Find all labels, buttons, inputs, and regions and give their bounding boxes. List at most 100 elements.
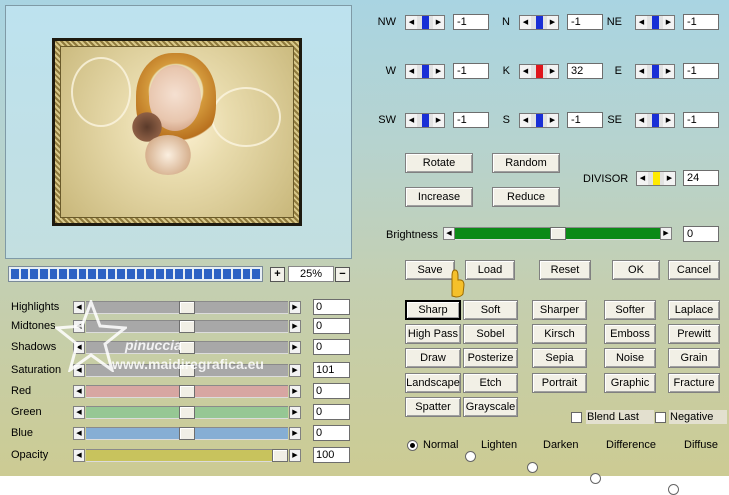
cancel-button[interactable]: Cancel xyxy=(668,260,720,280)
mode-radio[interactable] xyxy=(407,440,418,451)
preset-button[interactable]: Graphic xyxy=(604,373,656,393)
slider-right-arrow-icon[interactable]: ▶ xyxy=(289,341,301,354)
preset-button[interactable]: Kirsch xyxy=(532,324,587,344)
random-button[interactable]: Random xyxy=(492,153,560,173)
slider-thumb[interactable] xyxy=(179,406,195,419)
direction-spinner[interactable]: ◀ ▶ xyxy=(405,15,445,30)
direction-label: NW xyxy=(377,16,396,28)
preset-button[interactable]: Spatter xyxy=(405,397,461,417)
direction-spinner[interactable]: ◀ ▶ xyxy=(519,15,559,30)
preset-button[interactable]: Emboss xyxy=(604,324,656,344)
direction-value[interactable]: -1 xyxy=(453,112,489,128)
slider-right-arrow-icon[interactable]: ▶ xyxy=(289,427,301,440)
progress-segment xyxy=(136,269,145,279)
preset-button[interactable]: High Pass xyxy=(405,324,461,344)
direction-spinner[interactable]: ◀ ▶ xyxy=(519,113,559,128)
divisor-spinner[interactable]: ◀ ▶ xyxy=(636,171,676,186)
slider-label: Blue xyxy=(11,427,34,439)
blend-last-checkbox[interactable] xyxy=(571,412,582,423)
progress-segment xyxy=(223,269,232,279)
zoom-out-button[interactable]: − xyxy=(335,267,350,282)
slider-value[interactable]: 0 xyxy=(313,299,350,315)
slider-track[interactable] xyxy=(86,449,288,462)
preset-button[interactable]: Soft xyxy=(463,300,518,320)
zoom-in-button[interactable]: + xyxy=(270,267,285,282)
brightness-right-arrow-icon[interactable]: ▶ xyxy=(660,227,672,240)
direction-spinner[interactable]: ◀ ▶ xyxy=(405,64,445,79)
preset-button[interactable]: Sobel xyxy=(463,324,518,344)
preset-button[interactable]: Fracture xyxy=(668,373,720,393)
preset-button[interactable]: Posterize xyxy=(463,348,518,368)
direction-spinner[interactable]: ◀ ▶ xyxy=(519,64,559,79)
progress-segment xyxy=(39,269,48,279)
slider-left-arrow-icon[interactable]: ◀ xyxy=(73,427,85,440)
direction-value[interactable]: -1 xyxy=(453,14,489,30)
slider-value[interactable]: 0 xyxy=(313,404,350,420)
brightness-thumb[interactable] xyxy=(549,227,566,240)
direction-value[interactable]: 32 xyxy=(567,63,603,79)
slider-left-arrow-icon[interactable]: ◀ xyxy=(73,449,85,462)
slider-thumb[interactable] xyxy=(272,449,288,462)
slider-right-arrow-icon[interactable]: ▶ xyxy=(289,385,301,398)
slider-value[interactable]: 101 xyxy=(313,362,350,378)
reset-button[interactable]: Reset xyxy=(539,260,591,280)
slider-label: Opacity xyxy=(11,449,49,461)
watermark-site: www.maidiregrafica.eu xyxy=(112,356,264,372)
divisor-value[interactable]: 24 xyxy=(683,170,719,186)
preset-button[interactable]: Etch xyxy=(463,373,518,393)
preset-button[interactable]: Noise xyxy=(604,348,656,368)
progress-segment xyxy=(146,269,154,279)
slider-value[interactable]: 0 xyxy=(313,339,350,355)
direction-value[interactable]: -1 xyxy=(683,112,719,128)
preset-button[interactable]: Prewitt xyxy=(668,324,720,344)
brightness-value[interactable]: 0 xyxy=(683,226,719,242)
preset-button[interactable]: Grayscale xyxy=(463,397,518,417)
direction-value[interactable]: -1 xyxy=(453,63,489,79)
direction-spinner[interactable]: ◀ ▶ xyxy=(635,15,675,30)
slider-thumb[interactable] xyxy=(179,301,195,314)
preset-button[interactable]: Sharp xyxy=(405,300,461,320)
preset-button[interactable]: Draw xyxy=(405,348,461,368)
preset-button[interactable]: Softer xyxy=(604,300,656,320)
slider-left-arrow-icon[interactable]: ◀ xyxy=(73,385,85,398)
direction-spinner[interactable]: ◀ ▶ xyxy=(635,64,675,79)
mode-radio[interactable] xyxy=(590,473,601,484)
slider-value[interactable]: 0 xyxy=(313,425,350,441)
slider-right-arrow-icon[interactable]: ▶ xyxy=(289,449,301,462)
preset-button[interactable]: Sepia xyxy=(532,348,587,368)
rotate-button[interactable]: Rotate xyxy=(405,153,473,173)
preset-button[interactable]: Sharper xyxy=(532,300,587,320)
slider-thumb[interactable] xyxy=(179,320,195,333)
increase-button[interactable]: Increase xyxy=(405,187,473,207)
slider-right-arrow-icon[interactable]: ▶ xyxy=(289,406,301,419)
progress-segment xyxy=(11,269,19,279)
load-button[interactable]: Load xyxy=(465,260,515,280)
slider-right-arrow-icon[interactable]: ▶ xyxy=(289,320,301,333)
direction-spinner[interactable]: ◀ ▶ xyxy=(635,113,675,128)
brightness-left-arrow-icon[interactable]: ◀ xyxy=(443,227,455,240)
slider-right-arrow-icon[interactable]: ▶ xyxy=(289,364,301,377)
slider-thumb[interactable] xyxy=(179,427,195,440)
mode-radio[interactable] xyxy=(527,462,538,473)
slider-left-arrow-icon[interactable]: ◀ xyxy=(73,406,85,419)
direction-value[interactable]: -1 xyxy=(683,14,719,30)
direction-spinner[interactable]: ◀ ▶ xyxy=(405,113,445,128)
mode-radio[interactable] xyxy=(465,451,476,462)
direction-value[interactable]: -1 xyxy=(567,112,603,128)
ok-button[interactable]: OK xyxy=(612,260,660,280)
preset-button[interactable]: Laplace xyxy=(668,300,720,320)
direction-value[interactable]: -1 xyxy=(567,14,603,30)
reduce-button[interactable]: Reduce xyxy=(492,187,560,207)
direction-value[interactable]: -1 xyxy=(683,63,719,79)
slider-value[interactable]: 0 xyxy=(313,318,350,334)
direction-label: K xyxy=(502,65,510,77)
slider-value[interactable]: 0 xyxy=(313,383,350,399)
preset-button[interactable]: Grain xyxy=(668,348,720,368)
slider-value[interactable]: 100 xyxy=(313,447,350,463)
preset-button[interactable]: Portrait xyxy=(532,373,587,393)
slider-thumb[interactable] xyxy=(179,385,195,398)
slider-right-arrow-icon[interactable]: ▶ xyxy=(289,301,301,314)
negative-checkbox[interactable] xyxy=(655,412,666,423)
preset-button[interactable]: Landscape xyxy=(405,373,461,393)
mode-radio[interactable] xyxy=(668,484,679,495)
